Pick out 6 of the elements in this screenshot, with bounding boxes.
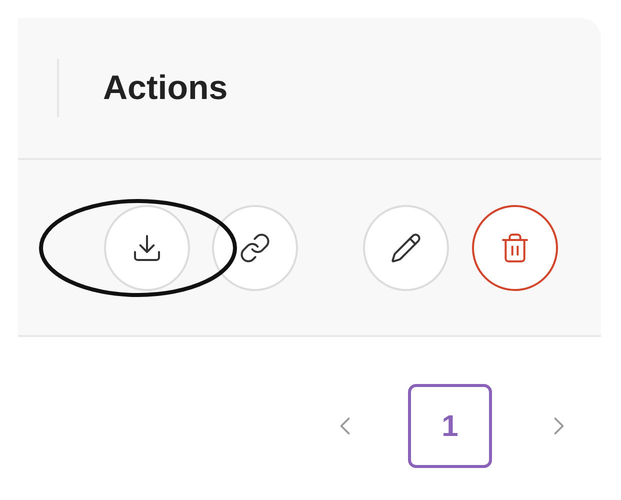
column-header: Actions xyxy=(103,68,228,108)
link-icon xyxy=(239,232,271,264)
trash-icon xyxy=(499,232,531,264)
download-button[interactable] xyxy=(104,204,190,290)
pencil-icon xyxy=(390,232,422,264)
page-button[interactable]: 1 xyxy=(408,384,492,468)
